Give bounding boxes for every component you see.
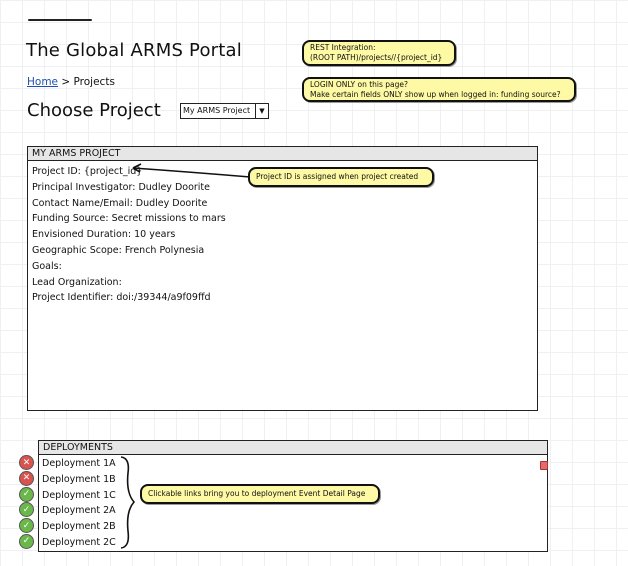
deployment-link-1b[interactable]: Deployment 1B <box>39 472 116 488</box>
check-icon: ✓ <box>19 533 34 549</box>
deployment-status-icons: ✕ ✕ ✓ ✓ ✓ ✓ <box>19 455 34 550</box>
deployments-panel-heading: DEPLOYMENTS <box>39 441 547 455</box>
deployment-link-2c[interactable]: Deployment 2C <box>39 535 116 551</box>
deployment-list: Deployment 1A Deployment 1B Deployment 1… <box>39 456 116 551</box>
deployment-link-2a[interactable]: Deployment 2A <box>39 503 116 519</box>
deployment-link-1c[interactable]: Deployment 1C <box>39 488 116 504</box>
deployment-link-2b[interactable]: Deployment 2B <box>39 519 116 535</box>
check-icon: ✓ <box>19 518 34 534</box>
error-icon: ✕ <box>19 470 34 486</box>
project-id-note: Project ID is assigned when project crea… <box>248 167 434 187</box>
scroll-marker[interactable] <box>540 461 548 470</box>
error-icon: ✕ <box>19 455 34 470</box>
deployments-note: Clickable links bring you to deployment … <box>140 484 380 504</box>
brace-annotation <box>120 456 136 549</box>
check-icon: ✓ <box>19 502 34 518</box>
check-icon: ✓ <box>19 486 34 502</box>
deployment-link-1a[interactable]: Deployment 1A <box>39 456 116 472</box>
